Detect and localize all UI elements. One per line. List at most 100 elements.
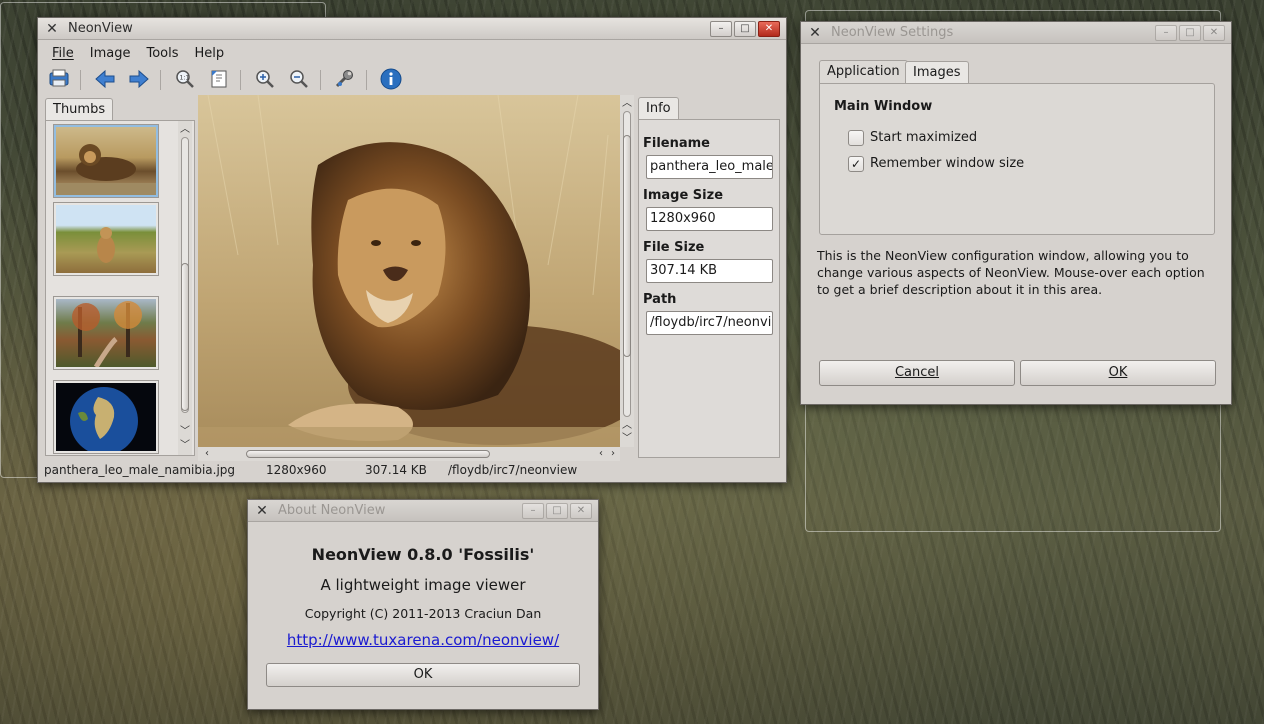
fit-page-button[interactable] xyxy=(206,66,232,92)
menu-image[interactable]: Image xyxy=(82,44,139,64)
about-subtitle: A lightweight image viewer xyxy=(320,576,526,594)
minimize-button[interactable]: – xyxy=(710,21,732,37)
close-button[interactable]: ✕ xyxy=(758,21,780,37)
app-logo-icon: ✕ xyxy=(256,503,268,519)
lion-thumbnail-art xyxy=(56,144,156,195)
status-dimensions: 1280x960 xyxy=(266,463,327,477)
main-window-title: NeonView xyxy=(68,21,133,36)
thumbnail-lioness[interactable] xyxy=(53,202,159,276)
zoom-out-button[interactable] xyxy=(286,66,312,92)
image-size-label: Image Size xyxy=(643,188,724,203)
status-bar: panthera_leo_male_namibia.jpg 1280x960 3… xyxy=(44,462,780,480)
menu-help[interactable]: Help xyxy=(187,44,233,64)
scroll-handle[interactable] xyxy=(623,135,631,357)
toolbar-separator xyxy=(80,70,81,90)
thumbnail-list: ︿ ﹀ ﹀ xyxy=(45,120,195,456)
status-filename: panthera_leo_male_namibia.jpg xyxy=(44,463,236,477)
start-maximized-checkbox[interactable] xyxy=(848,130,864,146)
ok-button[interactable]: OK xyxy=(1020,360,1216,386)
website-link[interactable]: http://www.tuxarena.com/neonview/ xyxy=(287,631,559,649)
maximize-button[interactable]: □ xyxy=(1179,25,1201,41)
menu-file[interactable]: File xyxy=(44,44,82,64)
menubar: File Image Tools Help xyxy=(44,44,232,64)
about-window-title: About NeonView xyxy=(278,503,386,518)
zoom-in-button[interactable] xyxy=(252,66,278,92)
about-link-row: http://www.tuxarena.com/neonview/ xyxy=(248,631,598,649)
save-button[interactable] xyxy=(46,66,72,92)
about-button[interactable] xyxy=(378,66,404,92)
main-window-group-title: Main Window xyxy=(834,99,933,114)
settings-button[interactable] xyxy=(332,66,358,92)
thumbs-scrollbar[interactable]: ︿ ﹀ ﹀ xyxy=(178,121,192,455)
lion-photo xyxy=(198,95,620,447)
hscroll-handle[interactable] xyxy=(246,450,490,458)
image-vertical-scrollbar[interactable]: ︿ ︿ ﹀ xyxy=(620,95,634,447)
scroll-right-icon[interactable]: › xyxy=(606,447,620,461)
about-titlebar[interactable]: ✕ About NeonView – □ ✕ xyxy=(248,500,598,522)
back-arrow-icon xyxy=(95,69,115,89)
scroll-down-icon[interactable]: ﹀ xyxy=(178,425,192,439)
fit-page-icon xyxy=(211,70,227,88)
settings-wrench-icon xyxy=(335,70,353,88)
path-field[interactable]: /floydb/irc7/neonvie xyxy=(646,311,773,335)
image-canvas[interactable] xyxy=(198,95,620,447)
tab-images[interactable]: Images xyxy=(905,61,969,83)
about-ok-button[interactable]: OK xyxy=(266,663,580,687)
close-button[interactable]: ✕ xyxy=(570,503,592,519)
image-horizontal-scrollbar[interactable]: ‹ ‹ › xyxy=(198,447,620,461)
app-logo-icon: ✕ xyxy=(809,25,821,41)
tab-thumbs[interactable]: Thumbs xyxy=(45,98,114,120)
path-label: Path xyxy=(643,292,677,307)
thumbnail-lion-male[interactable] xyxy=(53,124,159,198)
previous-image-button[interactable] xyxy=(92,66,118,92)
lioness-thumbnail-art xyxy=(97,227,115,263)
image-size-field[interactable]: 1280x960 xyxy=(646,207,773,231)
toolbar-separator xyxy=(160,70,161,90)
filename-field[interactable]: panthera_leo_male xyxy=(646,155,773,179)
minimize-button[interactable]: – xyxy=(1155,25,1177,41)
maximize-button[interactable]: □ xyxy=(734,21,756,37)
application-settings-panel: Main Window Start maximized ✓ Remember w… xyxy=(819,83,1215,235)
scroll-up-icon[interactable]: ︿ xyxy=(178,123,192,137)
settings-window: ✕ NeonView Settings – □ ✕ Application Im… xyxy=(800,21,1232,405)
menu-tools[interactable]: Tools xyxy=(138,44,186,64)
next-image-button[interactable] xyxy=(126,66,152,92)
scroll-left-icon[interactable]: ‹ xyxy=(200,447,214,461)
file-size-field[interactable]: 307.14 KB xyxy=(646,259,773,283)
zoom-original-button[interactable]: 1:1 xyxy=(172,66,198,92)
minimize-button[interactable]: – xyxy=(522,503,544,519)
info-panel: Filename panthera_leo_male Image Size 12… xyxy=(638,119,780,458)
zoom-in-icon xyxy=(256,70,274,88)
zoom-original-icon: 1:1 xyxy=(176,70,194,88)
main-titlebar[interactable]: ✕ NeonView – □ ✕ xyxy=(38,18,786,40)
settings-titlebar[interactable]: ✕ NeonView Settings – □ ✕ xyxy=(801,22,1231,44)
tab-info[interactable]: Info xyxy=(638,97,679,119)
tab-application[interactable]: Application xyxy=(819,60,908,84)
toolbar-separator xyxy=(366,70,367,90)
status-path: /floydb/irc7/neonview xyxy=(448,463,578,477)
main-window: ✕ NeonView – □ ✕ File Image Tools Help 1… xyxy=(37,17,787,483)
earth-thumbnail-art xyxy=(70,387,138,455)
thumbnail-forest[interactable] xyxy=(53,296,159,370)
scroll-down-icon[interactable]: ﹀ xyxy=(178,439,192,453)
toolbar: 1:1 xyxy=(44,66,784,94)
info-icon xyxy=(380,68,402,90)
scroll-up-icon[interactable]: ︿ xyxy=(620,419,634,433)
scroll-up-icon[interactable]: ︿ xyxy=(620,97,634,111)
save-icon xyxy=(49,69,69,87)
filename-label: Filename xyxy=(643,136,710,151)
svg-text:1:1: 1:1 xyxy=(180,75,190,82)
about-copyright: Copyright (C) 2011-2013 Craciun Dan xyxy=(304,606,542,621)
start-maximized-label[interactable]: Start maximized xyxy=(870,130,977,145)
remember-size-label[interactable]: Remember window size xyxy=(870,156,1024,171)
cancel-button[interactable]: Cancel xyxy=(819,360,1015,386)
scroll-down-icon[interactable]: ﹀ xyxy=(620,432,634,446)
close-button[interactable]: ✕ xyxy=(1203,25,1225,41)
thumbnail-earth[interactable] xyxy=(53,380,159,455)
remember-size-checkbox[interactable]: ✓ xyxy=(848,156,864,172)
maximize-button[interactable]: □ xyxy=(546,503,568,519)
checkmark-icon: ✓ xyxy=(850,157,862,171)
scroll-handle[interactable] xyxy=(181,263,189,411)
settings-description: This is the NeonView configuration windo… xyxy=(817,248,1205,297)
file-size-label: File Size xyxy=(643,240,705,255)
